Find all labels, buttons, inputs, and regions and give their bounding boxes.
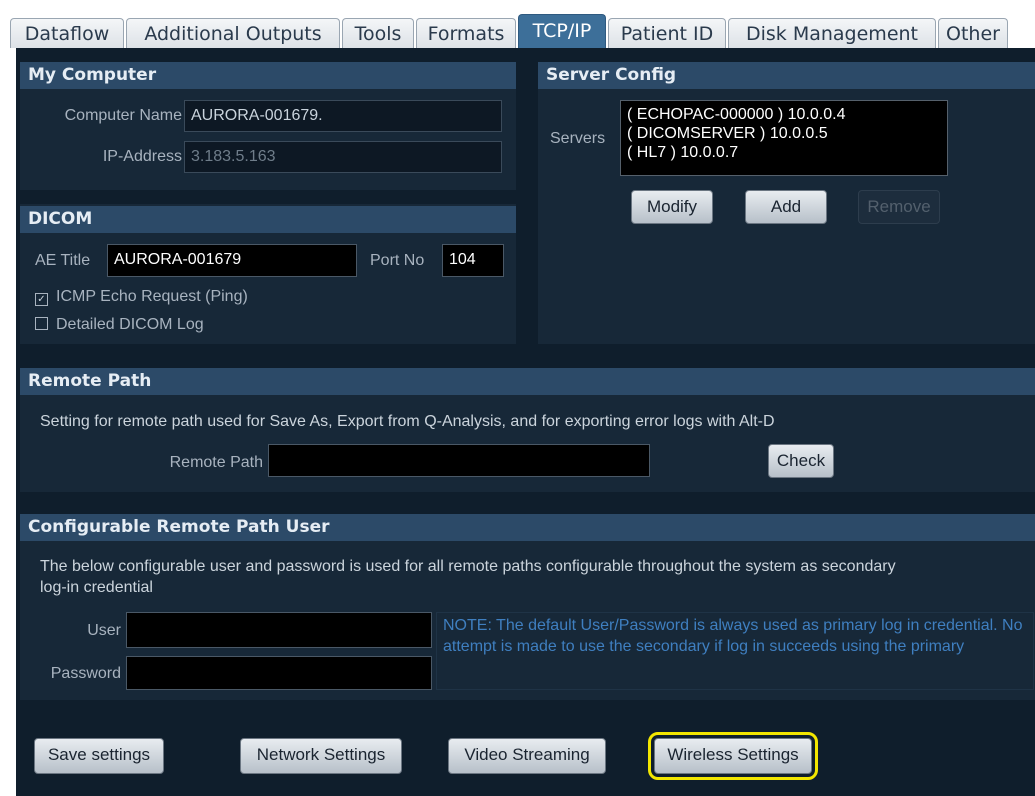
remote-path-label: Remote Path — [169, 454, 263, 471]
servers-list[interactable]: ( ECHOPAC-000000 ) 10.0.0.4 ( DICOMSERVE… — [620, 100, 948, 176]
wireless-settings-button[interactable]: Wireless Settings — [648, 732, 818, 780]
dicom-header: DICOM — [20, 206, 516, 233]
remote-path-user-description: The below configurable user and password… — [40, 558, 896, 596]
computer-name-label: Computer Name — [64, 107, 182, 124]
icmp-echo-label: ICMP Echo Request (Ping) — [56, 288, 248, 305]
tab-patient-id[interactable]: Patient ID — [608, 18, 726, 48]
user-label: User — [87, 622, 121, 639]
remote-path-user-header: Configurable Remote Path User — [20, 514, 1035, 541]
server-config-header: Server Config — [538, 62, 1035, 89]
tab-disk-management[interactable]: Disk Management — [728, 18, 936, 48]
ae-title-field[interactable]: AURORA-001679 — [107, 244, 357, 277]
remote-path-header: Remote Path — [20, 368, 1035, 395]
computer-name-field[interactable]: AURORA-001679. — [184, 100, 502, 132]
remote-path-user-panel: Configurable Remote Path User The below … — [20, 514, 1035, 700]
icmp-echo-checkbox[interactable]: ✓ ICMP Echo Request (Ping) — [35, 288, 248, 306]
ae-title-label: AE Title — [35, 252, 91, 269]
dicom-panel: DICOM AE Title AURORA-001679 Port No 104… — [20, 204, 516, 344]
port-no-field[interactable]: 104 — [442, 244, 504, 277]
my-computer-panel: My Computer Computer Name AURORA-001679.… — [20, 62, 516, 190]
network-settings-button[interactable]: Network Settings — [240, 738, 402, 774]
save-settings-button[interactable]: Save settings — [34, 738, 164, 774]
tcpip-settings-window: Dataflow Additional Outputs Tools Format… — [0, 0, 1035, 796]
remote-path-description: Setting for remote path used for Save As… — [40, 413, 775, 430]
add-button[interactable]: Add — [745, 190, 827, 224]
unchecked-icon — [35, 317, 48, 330]
servers-label: Servers — [550, 130, 606, 147]
server-list-item[interactable]: ( DICOMSERVER ) 10.0.0.5 — [627, 124, 941, 143]
remote-path-field[interactable] — [268, 444, 650, 477]
video-streaming-button[interactable]: Video Streaming — [448, 738, 606, 774]
detailed-dicom-log-checkbox[interactable]: Detailed DICOM Log — [35, 316, 204, 334]
port-no-label: Port No — [370, 252, 425, 269]
ip-address-label: IP-Address — [102, 148, 182, 165]
ip-address-field[interactable]: 3.183.5.163 — [184, 141, 502, 173]
tab-tools[interactable]: Tools — [342, 18, 414, 48]
tab-dataflow[interactable]: Dataflow — [10, 18, 124, 48]
server-list-item[interactable]: ( ECHOPAC-000000 ) 10.0.0.4 — [627, 105, 941, 124]
user-field[interactable] — [126, 612, 432, 648]
server-config-panel: Server Config Servers ( ECHOPAC-000000 )… — [538, 62, 1035, 344]
modify-button[interactable]: Modify — [631, 190, 713, 224]
password-label: Password — [50, 665, 121, 682]
my-computer-header: My Computer — [20, 62, 516, 89]
checked-icon: ✓ — [35, 293, 48, 306]
tab-formats[interactable]: Formats — [416, 18, 516, 48]
tab-tcpip[interactable]: TCP/IP — [518, 14, 606, 48]
password-field[interactable] — [126, 656, 432, 690]
tab-additional-outputs[interactable]: Additional Outputs — [126, 18, 340, 48]
tab-other[interactable]: Other — [938, 18, 1008, 48]
check-button[interactable]: Check — [768, 444, 834, 478]
credential-note: NOTE: The default User/Password is alway… — [436, 612, 1034, 690]
server-list-item[interactable]: ( HL7 ) 10.0.0.7 — [627, 143, 941, 162]
remove-button[interactable]: Remove — [858, 190, 940, 224]
tab-content: My Computer Computer Name AURORA-001679.… — [16, 48, 1035, 796]
detailed-dicom-log-label: Detailed DICOM Log — [56, 316, 204, 333]
remote-path-panel: Remote Path Setting for remote path used… — [20, 368, 1035, 492]
